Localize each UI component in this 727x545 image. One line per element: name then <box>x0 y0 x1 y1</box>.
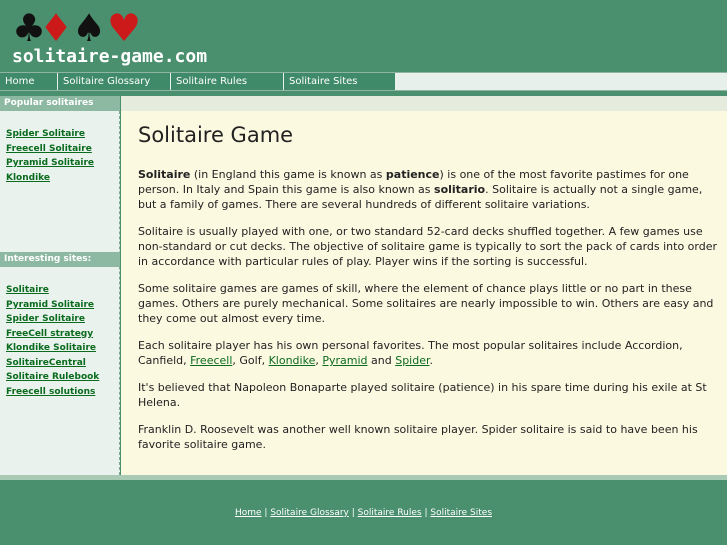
site-logo-text[interactable]: solitaire-game.com <box>12 46 207 67</box>
paragraph-roosevelt: Franklin D. Roosevelt was another well k… <box>138 423 698 451</box>
text: , Golf, <box>232 354 269 367</box>
nav-home[interactable]: Home <box>0 73 58 90</box>
link-spider[interactable]: Spider <box>395 354 429 367</box>
content-top-strip <box>121 96 727 111</box>
text: . <box>429 354 434 367</box>
paragraph-decks: Solitaire is usually played with one, or… <box>138 225 718 268</box>
term-patience: patience <box>385 168 440 181</box>
sidebar-link-klondike[interactable]: Klondike <box>6 173 50 183</box>
nav-solitaire-rules[interactable]: Solitaire Rules <box>171 73 284 90</box>
nav-solitaire-sites[interactable]: Solitaire Sites <box>284 73 396 90</box>
footer-link-solitaire-rules[interactable]: Solitaire Rules <box>358 508 422 518</box>
popular-solitaires-heading: Popular solitaires <box>0 96 120 111</box>
top-navigation: Home Solitaire Glossary Solitaire Rules … <box>0 72 727 91</box>
nav-solitaire-glossary[interactable]: Solitaire Glossary <box>58 73 171 90</box>
spade-icon: ♠ <box>72 6 107 50</box>
paragraph-intro: Solitaire (in England this game is known… <box>138 167 721 212</box>
footer-link-home[interactable]: Home <box>235 508 262 518</box>
popular-solitaires-list: Spider Solitaire Freecell Solitaire Pyra… <box>6 121 94 183</box>
main-content: Solitaire Game Solitaire (in England thi… <box>121 111 727 475</box>
footer-separator: | <box>261 508 271 518</box>
interesting-sites-list: Solitaire Pyramid Solitaire Spider Solit… <box>6 277 99 397</box>
sidebar: Popular solitaires Spider Solitaire Free… <box>0 96 120 475</box>
text: (in England this game is known as <box>190 168 386 181</box>
text: and <box>367 354 396 367</box>
link-pyramid[interactable]: Pyramid <box>322 354 367 367</box>
term-solitario: solitario <box>434 183 486 196</box>
term-solitaire: Solitaire <box>138 168 191 181</box>
heart-icon: ♥ <box>107 6 142 50</box>
page-title: Solitaire Game <box>138 123 294 147</box>
footer-separator: | <box>348 508 358 518</box>
site-footer: Home | Solitaire Glossary | Solitaire Ru… <box>0 480 727 545</box>
diamond-icon: ♦ <box>39 6 74 50</box>
footer-links: Home | Solitaire Glossary | Solitaire Ru… <box>0 508 727 518</box>
footer-link-solitaire-glossary[interactable]: Solitaire Glossary <box>270 508 349 518</box>
paragraph-favorites: Each solitaire player has his own person… <box>138 338 721 368</box>
sidebar-link-freecell-solutions[interactable]: Freecell solutions <box>6 387 95 397</box>
link-freecell[interactable]: Freecell <box>190 354 232 367</box>
site-header: ♣ ♦ ♠ ♥ solitaire-game.com <box>0 0 727 72</box>
paragraph-napoleon: It's believed that Napoleon Bonaparte pl… <box>138 381 707 409</box>
paragraph-skill: Some solitaire games are games of skill,… <box>138 282 714 325</box>
footer-link-solitaire-sites[interactable]: Solitaire Sites <box>430 508 492 518</box>
link-klondike[interactable]: Klondike <box>269 354 316 367</box>
interesting-sites-heading: Interesting sites: <box>0 252 120 267</box>
